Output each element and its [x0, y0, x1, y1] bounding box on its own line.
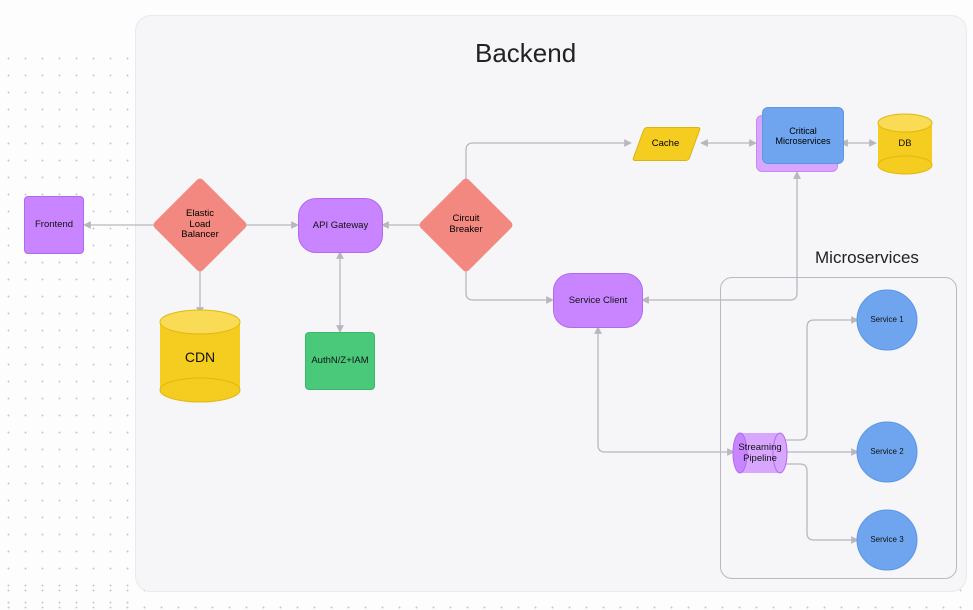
circuit-breaker-node[interactable]: Circuit Breaker: [432, 191, 500, 259]
service-3-label: Service 3: [862, 530, 912, 550]
elb-node[interactable]: Elastic Load Balancer: [166, 191, 234, 259]
critical-microservices-node[interactable]: Critical Microservices: [756, 107, 844, 172]
service-2-label: Service 2: [862, 442, 912, 462]
circuit-label: Circuit Breaker: [432, 191, 500, 259]
streaming-label: Streaming Pipeline: [733, 438, 787, 468]
stack-card-front: Critical Microservices: [762, 107, 844, 164]
service-1-label: Service 1: [862, 310, 912, 330]
auth-node[interactable]: AuthN/Z+IAM: [305, 332, 375, 390]
frontend-node[interactable]: Frontend: [24, 196, 84, 254]
db-label: DB: [890, 134, 920, 154]
backend-title: Backend: [475, 38, 576, 69]
service-client-node[interactable]: Service Client: [553, 273, 643, 328]
diagram-canvas: Backend Microservices: [0, 0, 973, 610]
cdn-label: CDN: [177, 342, 223, 372]
cache-label: Cache: [638, 127, 693, 159]
microservices-group: [720, 277, 957, 579]
elb-label: Elastic Load Balancer: [166, 191, 234, 259]
bg-dots-left: [0, 50, 135, 610]
microservices-title: Microservices: [815, 248, 919, 268]
api-gateway-node[interactable]: API Gateway: [298, 198, 383, 253]
